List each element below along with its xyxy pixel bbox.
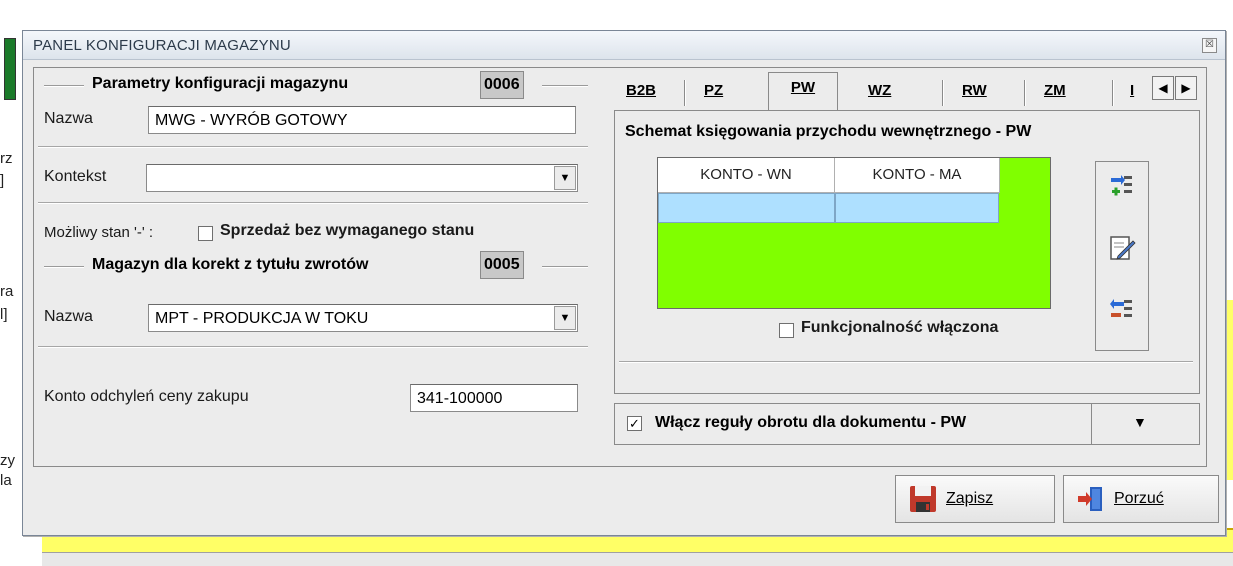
background-fragment: la xyxy=(0,472,12,489)
background-fragment: ra xyxy=(0,283,14,300)
tab-b2b[interactable]: B2B xyxy=(614,76,668,110)
functionality-label: Funkcjonalność włączona xyxy=(801,319,999,336)
params-group-title: Parametry konfiguracji magazynu xyxy=(92,75,349,92)
tab-scroll: ◀ ▶ xyxy=(1152,76,1198,102)
rules-checkbox[interactable]: ✓ xyxy=(627,416,642,431)
grid-cell-wn[interactable] xyxy=(658,193,835,223)
name-field[interactable]: MWG - WYRÓB GOTOWY xyxy=(148,106,576,134)
grid-header-wn[interactable]: KONTO - WN xyxy=(658,158,835,193)
grid-cell-ma[interactable] xyxy=(835,193,999,223)
background-fragment: zy xyxy=(0,452,15,469)
context-label: Kontekst xyxy=(44,168,107,185)
background-fragment: ] xyxy=(0,172,5,189)
tab-pw[interactable]: PW xyxy=(768,72,838,113)
titlebar: PANEL KONFIGURACJI MAGAZYNU ☒ xyxy=(23,31,1225,60)
background-fragment: rz xyxy=(0,150,13,167)
separator xyxy=(619,361,1193,363)
edit-icon[interactable] xyxy=(1108,234,1136,262)
rules-label: Włącz reguły obrotu dla dokumentu - PW xyxy=(655,414,967,431)
close-button[interactable]: ☒ xyxy=(1202,38,1217,53)
tab-separator xyxy=(684,80,686,106)
background-fragment: l] xyxy=(0,306,8,323)
separator xyxy=(1091,404,1092,444)
tab-bar: B2B PZ PW WZ RW ZM I ◀ ▶ xyxy=(612,70,1206,113)
accounting-grid[interactable]: KONTO - WN KONTO - MA xyxy=(657,157,1051,309)
chevron-down-icon[interactable]: ▼ xyxy=(554,306,576,330)
grid-header-ma[interactable]: KONTO - MA xyxy=(835,158,1000,193)
tab-scroll-left-icon[interactable]: ◀ xyxy=(1152,76,1174,100)
params-code-badge: 0006 xyxy=(480,71,524,99)
price-deviation-label: Konto odchyleń ceny zakupu xyxy=(44,388,249,405)
tab-scroll-right-icon[interactable]: ▶ xyxy=(1175,76,1197,100)
tab-zm[interactable]: ZM xyxy=(1032,76,1078,110)
tab-separator xyxy=(942,80,944,106)
background-yellow-panel xyxy=(1226,300,1233,480)
rules-row: ✓ Włącz reguły obrotu dla dokumentu - PW… xyxy=(614,403,1200,445)
name-label: Nazwa xyxy=(44,110,93,127)
chevron-down-icon[interactable]: ▼ xyxy=(554,166,576,190)
tab-separator xyxy=(1024,80,1026,106)
separator xyxy=(38,202,588,204)
tab-pz[interactable]: PZ xyxy=(692,76,735,110)
dialog-title: PANEL KONFIGURACJI MAGAZYNU xyxy=(33,37,291,54)
sale-without-stock-checkbox[interactable] xyxy=(198,226,213,241)
separator xyxy=(38,146,588,148)
remove-row-icon[interactable] xyxy=(1108,296,1136,324)
corrections-group-title: Magazyn dla korekt z tytułu zwrotów xyxy=(92,256,369,273)
background-green-bar xyxy=(4,38,16,100)
add-row-icon[interactable] xyxy=(1108,172,1136,200)
group-line xyxy=(542,266,588,268)
sale-without-stock-label: Sprzedaż bez wymaganego stanu xyxy=(220,222,475,239)
corrections-warehouse-select[interactable]: MPT - PRODUKCJA W TOKU ▼ xyxy=(148,304,578,332)
grid-toolbar xyxy=(1095,161,1149,351)
config-dialog: PANEL KONFIGURACJI MAGAZYNU ☒ Parametry … xyxy=(22,30,1226,536)
tab-panel-pw: Schemat księgowania przychodu wewnętrzne… xyxy=(614,110,1200,394)
separator xyxy=(38,346,588,348)
tab-separator xyxy=(1112,80,1114,106)
context-select[interactable]: ▼ xyxy=(146,164,578,192)
floppy-disk-icon xyxy=(910,486,936,512)
pw-schema-title: Schemat księgowania przychodu wewnętrzne… xyxy=(625,123,1032,140)
group-line xyxy=(542,85,588,87)
price-deviation-field[interactable]: 341-100000 xyxy=(410,384,578,412)
functionality-checkbox[interactable] xyxy=(779,323,794,338)
dropdown-arrow-icon[interactable]: ▼ xyxy=(1133,414,1147,430)
cancel-button[interactable]: Porzuć xyxy=(1063,475,1219,523)
corrections-code-badge: 0005 xyxy=(480,251,524,279)
group-line xyxy=(44,266,84,268)
tab-wz[interactable]: WZ xyxy=(856,76,903,110)
tab-rw[interactable]: RW xyxy=(950,76,999,110)
corrections-warehouse-value: MPT - PRODUKCJA W TOKU xyxy=(155,310,369,327)
save-button[interactable]: Zapisz xyxy=(895,475,1055,523)
possible-state-label: Możliwy stan '-' : xyxy=(44,224,154,241)
exit-door-icon xyxy=(1078,487,1102,511)
cancel-label: Porzuć xyxy=(1114,490,1164,507)
background-gray-strip xyxy=(42,552,1233,566)
corrections-name-label: Nazwa xyxy=(44,308,93,325)
save-label: Zapisz xyxy=(946,490,994,507)
group-line xyxy=(44,85,84,87)
tab-more[interactable]: I xyxy=(1118,76,1146,110)
dialog-content: Parametry konfiguracji magazynu 0006 Naz… xyxy=(33,67,1207,467)
